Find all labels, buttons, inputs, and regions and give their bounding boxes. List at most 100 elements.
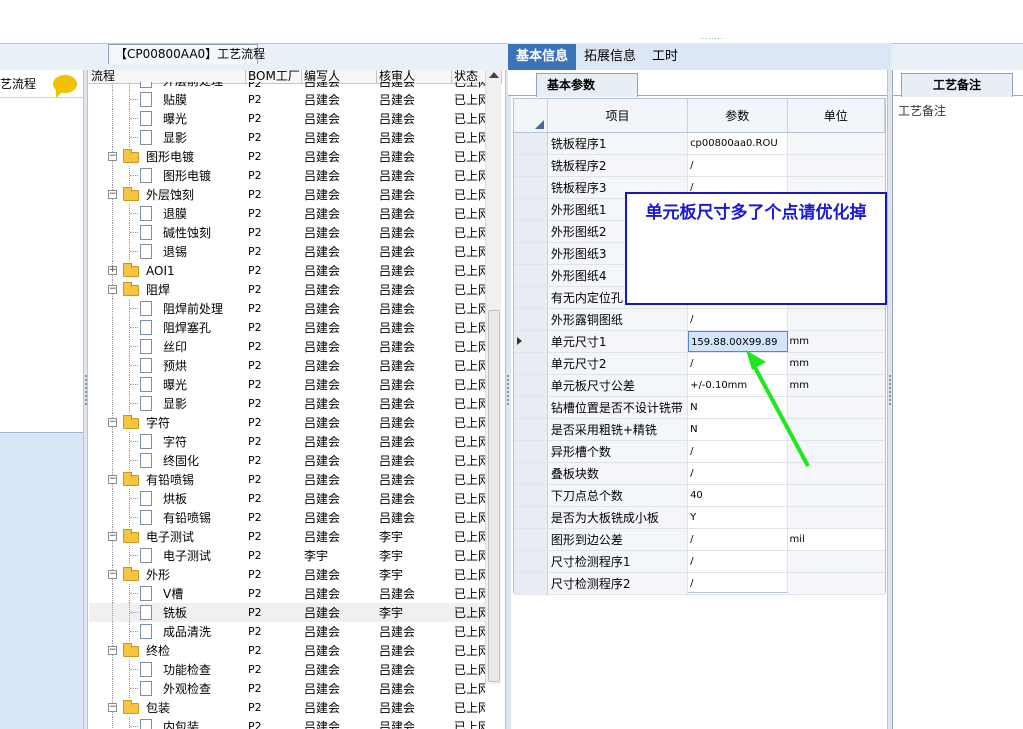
tree-node[interactable]: 丝印 <box>89 337 246 356</box>
tree-row[interactable]: 成品清洗 P2 吕建会 吕建会 已上网 <box>89 622 485 641</box>
tree-row[interactable]: 电子测试 P2 李宇 李宇 已上网 <box>89 546 485 565</box>
tree-row[interactable]: 终固化 P2 吕建会 吕建会 已上网 <box>89 451 485 470</box>
tab-basic-params[interactable]: 基本参数 <box>536 73 638 97</box>
grid-row[interactable]: 单元尺寸2/mm <box>514 353 885 375</box>
tree-row[interactable]: 铣板 P2 吕建会 李宇 已上网 <box>89 603 485 622</box>
tree-node[interactable]: 终固化 <box>89 451 246 470</box>
left-splitter[interactable] <box>83 70 88 729</box>
grid-row[interactable]: 图形到边公差 / mil <box>514 529 885 551</box>
tree-node[interactable]: − 终检 <box>89 641 246 660</box>
tree-node[interactable]: 字符 <box>89 432 246 451</box>
param-value[interactable]: / <box>688 573 788 594</box>
row-indicator[interactable] <box>514 243 548 264</box>
tree-row[interactable]: − 图形电镀 P2 吕建会 吕建会 已上网 <box>89 147 485 166</box>
tab-process-notes[interactable]: 工艺备注 <box>901 73 1013 97</box>
tree-node[interactable]: 阻焊前处理 <box>89 299 246 318</box>
row-indicator[interactable] <box>514 485 548 506</box>
grid-row[interactable]: 铣板程序1 cp00800aa0.ROU <box>514 133 885 155</box>
tree-row[interactable]: 曝光 P2 吕建会 吕建会 已上网 <box>89 375 485 394</box>
tab-work-hours[interactable]: 工时 <box>644 44 686 70</box>
scroll-thumb[interactable] <box>488 310 500 682</box>
tree-row[interactable]: − 终检 P2 吕建会 吕建会 已上网 <box>89 641 485 660</box>
collapse-icon[interactable]: − <box>108 152 117 161</box>
tree-row[interactable]: − 包装 P2 吕建会 吕建会 已上网 <box>89 698 485 717</box>
process-flow-tab[interactable]: 【CP00800AA0】工艺流程 <box>108 44 265 64</box>
tree-node[interactable]: − 图形电镀 <box>89 147 246 166</box>
tree-node[interactable]: V槽 <box>89 584 246 603</box>
row-indicator[interactable] <box>514 573 548 594</box>
tree-node[interactable]: − 阻焊 <box>89 280 246 299</box>
grid-row[interactable]: 叠板块数 / <box>514 463 885 485</box>
tree-node[interactable]: − 外形 <box>89 565 246 584</box>
tree-node[interactable]: − 有铅喷锡 <box>89 470 246 489</box>
tree-node[interactable]: 阻焊塞孔 <box>89 318 246 337</box>
row-indicator[interactable] <box>514 353 548 374</box>
tree-row[interactable]: 功能检查 P2 吕建会 吕建会 已上网 <box>89 660 485 679</box>
param-value[interactable]: cp00800aa0.ROU <box>688 133 788 154</box>
tree-row[interactable]: 外层前处理 P2 吕建会 吕建会 已上网 <box>89 82 485 90</box>
tree-row[interactable]: 图形电镀 P2 吕建会 吕建会 已上网 <box>89 166 485 185</box>
tab-extended-info[interactable]: 拓展信息 <box>576 44 644 70</box>
tree-node[interactable]: 烘板 <box>89 489 246 508</box>
tree-node[interactable]: 电子测试 <box>89 546 246 565</box>
tree-row[interactable]: 有铅喷锡 P2 吕建会 吕建会 已上网 <box>89 508 485 527</box>
collapse-icon[interactable]: − <box>108 418 117 427</box>
tree-node[interactable]: 退膜 <box>89 204 246 223</box>
row-indicator[interactable] <box>514 463 548 484</box>
tree-row[interactable]: + AOI1 P2 吕建会 吕建会 已上网 <box>89 261 485 280</box>
collapse-icon[interactable]: − <box>108 646 117 655</box>
tree-node[interactable]: 图形电镀 <box>89 166 246 185</box>
expand-icon[interactable]: + <box>108 266 117 275</box>
tree-row[interactable]: 阻焊前处理 P2 吕建会 吕建会 已上网 <box>89 299 485 318</box>
grid-corner-icon[interactable] <box>514 99 548 132</box>
grid-row[interactable]: 外形露铜图纸 / <box>514 309 885 331</box>
row-indicator[interactable] <box>514 155 548 176</box>
grid-row[interactable]: 尺寸检测程序1/ <box>514 551 885 573</box>
row-indicator[interactable] <box>514 419 548 440</box>
tree-row[interactable]: − 外层蚀刻 P2 吕建会 吕建会 已上网 <box>89 185 485 204</box>
tree-row[interactable]: 阻焊塞孔 P2 吕建会 吕建会 已上网 <box>89 318 485 337</box>
tree-node[interactable]: − 包装 <box>89 698 246 717</box>
param-value[interactable]: Y <box>688 507 788 528</box>
row-indicator[interactable] <box>514 287 548 308</box>
tree-scrollbar[interactable] <box>485 70 501 684</box>
comment-bubble-icon[interactable] <box>53 74 77 98</box>
tree-node[interactable]: 退锡 <box>89 242 246 261</box>
row-indicator[interactable] <box>514 331 548 352</box>
grid-row[interactable]: 下刀点总个数 40 <box>514 485 885 507</box>
tree-node[interactable]: 铣板 <box>89 603 246 622</box>
tree-row[interactable]: 显影 P2 吕建会 吕建会 已上网 <box>89 128 485 147</box>
tree-node[interactable]: 功能检查 <box>89 660 246 679</box>
tree-row[interactable]: − 电子测试 P2 吕建会 李宇 已上网 <box>89 527 485 546</box>
tree-node[interactable]: 内包装 <box>89 717 246 729</box>
tree-row[interactable]: V槽 P2 吕建会 吕建会 已上网 <box>89 584 485 603</box>
tree-row[interactable]: − 字符 P2 吕建会 吕建会 已上网 <box>89 413 485 432</box>
collapse-icon[interactable]: − <box>108 475 117 484</box>
tree-node[interactable]: 外层前处理 <box>89 82 246 90</box>
tree-node[interactable]: 预烘 <box>89 356 246 375</box>
row-indicator[interactable] <box>514 133 548 154</box>
tree-node[interactable]: 碱性蚀刻 <box>89 223 246 242</box>
grid-row[interactable]: 钻槽位置是否不设计铣带 N <box>514 397 885 419</box>
grid-row[interactable]: 异形槽个数 / <box>514 441 885 463</box>
col-header-item[interactable]: 项目 <box>548 99 689 132</box>
row-indicator[interactable] <box>514 507 548 528</box>
collapse-icon[interactable]: − <box>108 703 117 712</box>
tree-node[interactable]: 外观检查 <box>89 679 246 698</box>
grid-row[interactable]: 尺寸检测程序2/ <box>514 573 885 595</box>
tree-node[interactable]: 显影 <box>89 394 246 413</box>
grid-row[interactable]: 是否采用粗铣+精铣 N <box>514 419 885 441</box>
tree-node[interactable]: 显影 <box>89 128 246 147</box>
collapse-icon[interactable]: − <box>108 190 117 199</box>
scroll-up-arrow-icon[interactable] <box>489 72 499 78</box>
tree-node[interactable]: 贴膜 <box>89 90 246 109</box>
row-indicator[interactable] <box>514 551 548 572</box>
tree-row[interactable]: − 阻焊 P2 吕建会 吕建会 已上网 <box>89 280 485 299</box>
tree-row[interactable]: 贴膜 P2 吕建会 吕建会 已上网 <box>89 90 485 109</box>
tree-node[interactable]: − 电子测试 <box>89 527 246 546</box>
tree-row[interactable]: 外观检查 P2 吕建会 吕建会 已上网 <box>89 679 485 698</box>
row-indicator[interactable] <box>514 177 548 198</box>
tree-row[interactable]: 显影 P2 吕建会 吕建会 已上网 <box>89 394 485 413</box>
tree-row[interactable]: 丝印 P2 吕建会 吕建会 已上网 <box>89 337 485 356</box>
row-indicator[interactable] <box>514 221 548 242</box>
